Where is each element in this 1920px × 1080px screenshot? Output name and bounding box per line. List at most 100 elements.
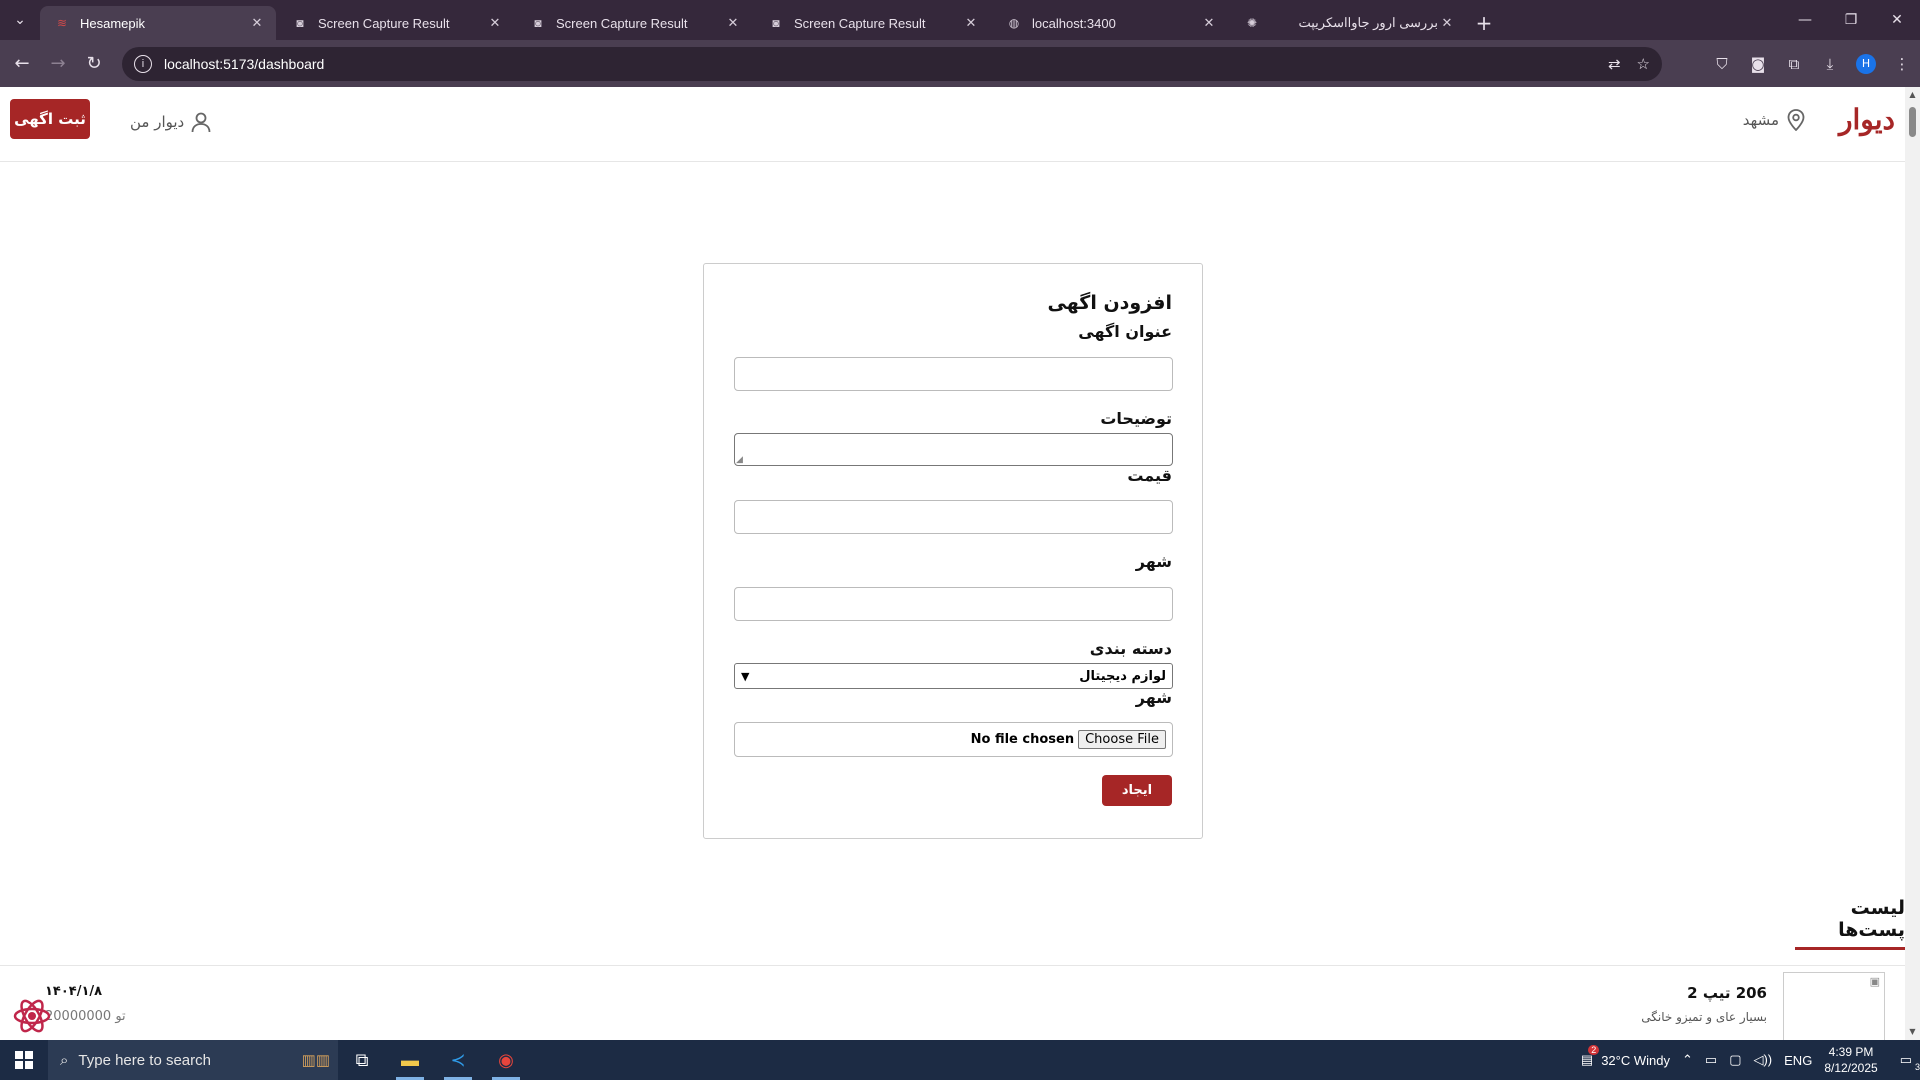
close-icon[interactable]: ✕ — [1200, 15, 1218, 31]
site-logo-icon: ≋ — [56, 16, 68, 30]
bookmark-star-icon[interactable]: ☆ — [1637, 55, 1650, 73]
close-icon[interactable]: ✕ — [1438, 15, 1456, 31]
post-card[interactable]: ▣ 206 تیپ 2 بسیار عای و تمیزو خانگی ۱۴۰۴… — [0, 965, 1905, 1040]
weather-news-icon: ▤ 2 — [1581, 1045, 1600, 1068]
url-text: localhost:5173/dashboard — [164, 56, 325, 72]
form-heading: افزودن اگهی — [1047, 292, 1173, 314]
title-label: عنوان اگهی — [1078, 322, 1172, 341]
my-divar-label: دیوار من — [130, 113, 185, 131]
scroll-down-icon[interactable]: ▼ — [1905, 1024, 1920, 1040]
clock-date: 8/12/2025 — [1824, 1061, 1878, 1075]
close-icon[interactable]: ✕ — [724, 15, 742, 31]
tab-title: Screen Capture Result — [556, 15, 688, 31]
windows-start-icon[interactable] — [0, 1040, 48, 1080]
category-value: لوازم دیجیتال — [1079, 668, 1166, 684]
city-input[interactable] — [734, 587, 1173, 621]
volume-icon[interactable]: ◁)) — [1753, 1052, 1772, 1068]
post-price: 20000000 تو — [45, 1009, 126, 1024]
page-scrollbar[interactable]: ▲ ▼ — [1905, 87, 1920, 1040]
close-icon[interactable]: ✕ — [486, 15, 504, 31]
post-thumbnail: ▣ — [1783, 972, 1885, 1040]
widget-badge: 2 — [1588, 1045, 1600, 1055]
clock[interactable]: 4:39 PM 8/12/2025 — [1824, 1044, 1877, 1076]
minimize-icon[interactable]: — — [1782, 0, 1828, 40]
file-label: شهر — [1135, 688, 1172, 707]
add-ad-form: افزودن اگهی عنوان اگهی توضیحات ◢ قیمت شه… — [703, 263, 1203, 839]
chrome-icon[interactable]: ◉ — [482, 1040, 530, 1080]
resize-handle-icon[interactable]: ◢ — [736, 455, 743, 465]
city-label: شهر — [1135, 552, 1172, 571]
city-selector[interactable]: مشهد — [1743, 109, 1805, 131]
price-input[interactable] — [734, 500, 1173, 534]
camera-icon: ◙ — [534, 16, 542, 30]
puzzle-extensions-icon[interactable]: ⧉ — [1776, 46, 1812, 82]
tab-title: localhost:3400 — [1032, 15, 1116, 31]
search-icon: ⌕ — [60, 1051, 69, 1069]
title-input[interactable] — [734, 357, 1173, 391]
browser-tab-localhost-3400[interactable]: ◍ localhost:3400 ✕ — [992, 6, 1228, 40]
post-ad-button[interactable]: ثبت اگهی — [10, 99, 90, 139]
tab-title: Screen Capture Result — [794, 15, 926, 31]
browser-tab-screen-capture-3[interactable]: ◙ Screen Capture Result ✕ — [754, 6, 990, 40]
close-icon[interactable]: ✕ — [248, 15, 266, 31]
chevron-down-icon: ▼ — [741, 669, 750, 683]
my-divar-link[interactable]: دیوار من — [130, 111, 212, 133]
page-viewport: دیوار مشهد ثبت اگهی دیوار من افزودن اگهی… — [0, 87, 1920, 1040]
notifications-icon[interactable]: ▭ 3 — [1900, 1052, 1920, 1072]
taskbar-search-box[interactable]: ⌕ Type here to search ▥▥ — [48, 1040, 338, 1080]
close-icon[interactable]: ✕ — [962, 15, 980, 31]
weather-widget[interactable]: ▤ 2 32°C Windy — [1581, 1045, 1670, 1068]
scroll-up-icon[interactable]: ▲ — [1905, 87, 1920, 103]
choose-file-button[interactable]: Choose File — [1078, 730, 1166, 749]
window-controls: — ❐ ✕ — [1782, 0, 1920, 40]
browser-tab-screen-capture-2[interactable]: ◙ Screen Capture Result ✕ — [516, 6, 752, 40]
extensions-area: ⛉ ◙ ⧉ ⤓ H ⋮ — [1704, 40, 1920, 87]
camera-extension-icon[interactable]: ◙ — [1740, 46, 1776, 82]
translate-icon[interactable]: ⇄ — [1608, 55, 1621, 73]
meet-now-icon[interactable]: ▭ — [1705, 1052, 1717, 1068]
tab-title: بررسی ارور جاوااسکریپت — [1298, 15, 1438, 30]
scrollbar-thumb[interactable] — [1909, 107, 1916, 137]
language-indicator[interactable]: ENG — [1784, 1053, 1812, 1068]
browser-toolbar: ← → ↻ i localhost:5173/dashboard ⇄ ☆ ⛉ ◙… — [0, 40, 1920, 87]
back-arrow-icon[interactable]: ← — [4, 46, 40, 82]
post-description: بسیار عای و تمیزو خانگی — [1641, 1010, 1767, 1024]
notification-count: 3 — [1914, 1062, 1920, 1072]
network-icon[interactable]: ▢ — [1729, 1052, 1741, 1068]
file-explorer-icon[interactable]: ▬ — [386, 1040, 434, 1080]
shield-extension-icon[interactable]: ⛉ — [1704, 46, 1740, 82]
restore-icon[interactable]: ❐ — [1828, 0, 1874, 40]
description-textarea[interactable]: ◢ — [734, 433, 1173, 466]
divar-logo[interactable]: دیوار — [1839, 103, 1895, 136]
post-date: ۱۴۰۴/۱/۸ — [45, 984, 103, 999]
address-bar[interactable]: i localhost:5173/dashboard ⇄ ☆ — [122, 47, 1662, 81]
openai-icon: ✺ — [1246, 16, 1258, 30]
browser-tab-screen-capture-1[interactable]: ◙ Screen Capture Result ✕ — [278, 6, 514, 40]
browser-tab-hesamepik[interactable]: ≋ Hesamepik ✕ — [40, 6, 276, 40]
site-header: دیوار مشهد ثبت اگهی دیوار من — [0, 87, 1905, 162]
close-window-icon[interactable]: ✕ — [1874, 0, 1920, 40]
show-hidden-icons-chevron-icon[interactable]: ⌃ — [1682, 1052, 1693, 1068]
search-placeholder: Type here to search — [78, 1051, 211, 1069]
vscode-icon[interactable]: ≺ — [434, 1040, 482, 1080]
location-pin-icon — [1787, 109, 1805, 131]
task-view-icon[interactable]: ⧉ — [338, 1040, 386, 1080]
category-select[interactable]: لوازم دیجیتال ▼ — [734, 663, 1173, 689]
tab-search-chevron-icon[interactable]: ⌄ — [0, 0, 40, 40]
site-info-icon[interactable]: i — [134, 55, 152, 73]
new-tab-button[interactable]: + — [1468, 6, 1500, 40]
create-button[interactable]: ایجاد — [1102, 775, 1172, 806]
profile-avatar[interactable]: H — [1856, 53, 1876, 74]
description-label: توضیحات — [1100, 409, 1172, 428]
browser-tab-js-error[interactable]: ✺ بررسی ارور جاوااسکریپت ✕ — [1230, 6, 1466, 40]
kebab-menu-icon[interactable]: ⋮ — [1884, 46, 1920, 82]
download-icon[interactable]: ⤓ — [1812, 46, 1848, 82]
omnibox-actions: ⇄ ☆ — [1608, 47, 1650, 81]
forward-arrow-icon[interactable]: → — [40, 46, 76, 82]
system-tray: ▤ 2 32°C Windy ⌃ ▭ ▢ ◁)) ENG 4:39 PM 8/12… — [1581, 1040, 1920, 1080]
globe-icon: ◍ — [1008, 16, 1020, 30]
reload-icon[interactable]: ↻ — [76, 46, 112, 82]
price-label: قیمت — [1127, 466, 1172, 485]
camera-icon: ◙ — [296, 16, 304, 30]
file-input[interactable]: No file chosen Choose File — [734, 722, 1173, 757]
